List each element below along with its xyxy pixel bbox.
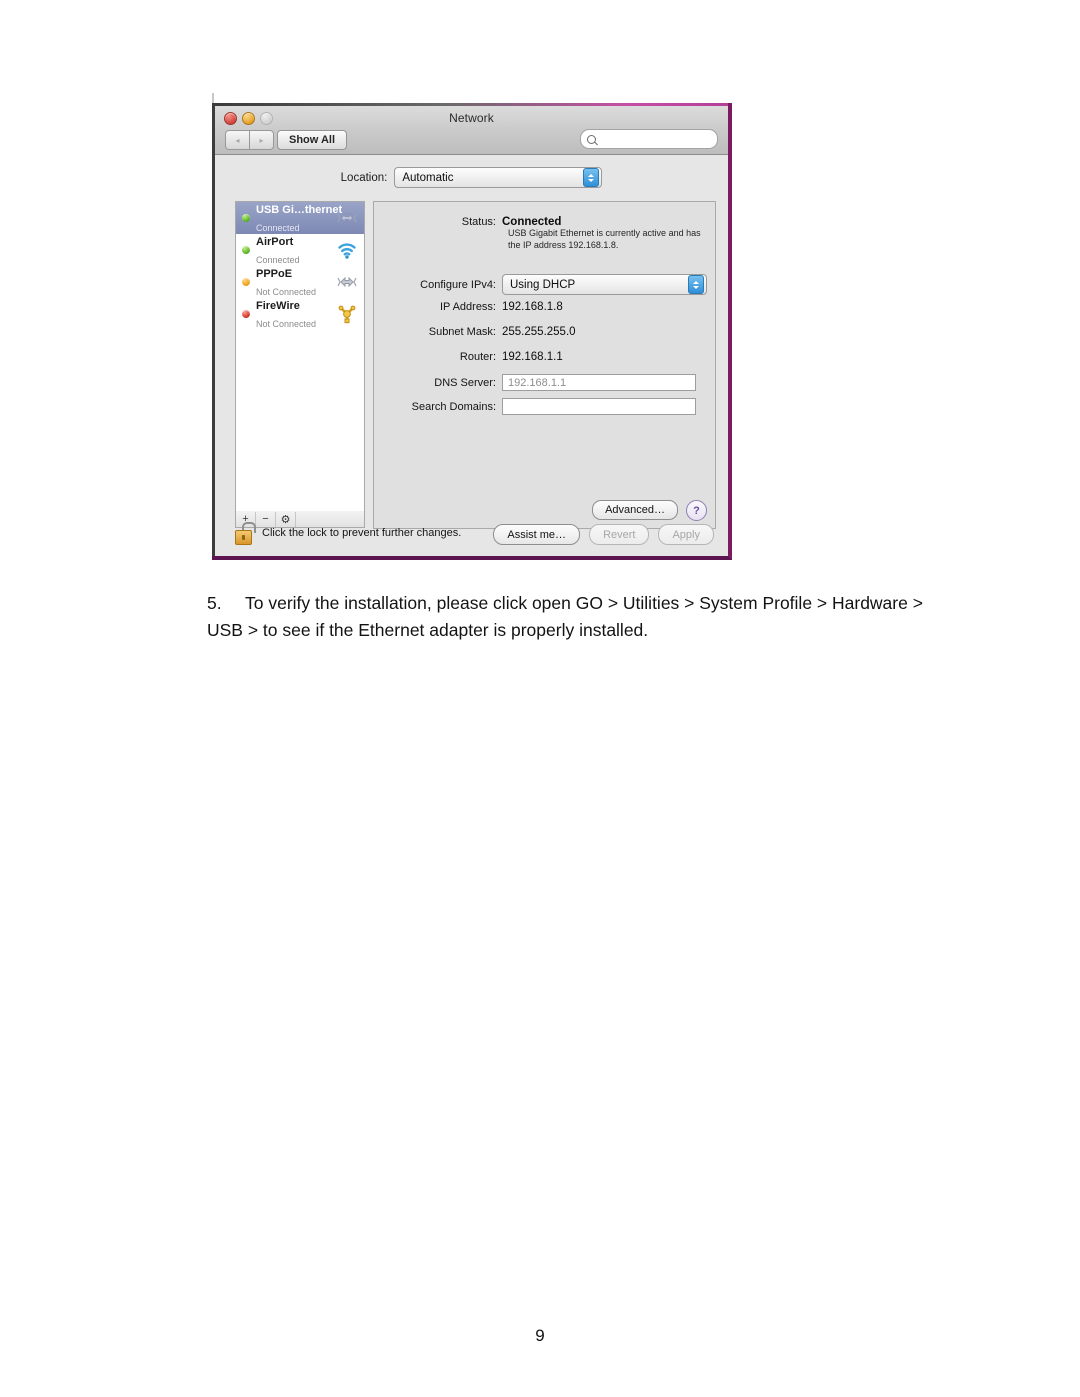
window-titlebar: Network ◂ ▸ Show All bbox=[215, 106, 728, 155]
ethernet-icon bbox=[335, 207, 359, 229]
location-popup[interactable]: Automatic bbox=[394, 167, 603, 188]
show-all-button[interactable]: Show All bbox=[277, 130, 348, 150]
action-buttons: Assist me… Revert Apply bbox=[493, 524, 714, 545]
configure-ipv4-popup[interactable]: Using DHCP bbox=[502, 274, 707, 295]
list-item-firewire[interactable]: FireWire Not Connected bbox=[236, 298, 364, 330]
configure-ipv4-value: Using DHCP bbox=[510, 278, 576, 291]
configure-ipv4-label: Configure IPv4: bbox=[420, 278, 496, 291]
lock-row: Click the lock to prevent further change… bbox=[235, 522, 462, 545]
configure-ipv4-row: Configure IPv4: Using DHCP bbox=[374, 274, 715, 295]
location-value: Automatic bbox=[402, 171, 454, 184]
preferences-pane: Location: Automatic USB Gi…thernet Conne… bbox=[215, 155, 728, 556]
ip-address-label: IP Address: bbox=[439, 301, 496, 313]
service-detail-panel: Status: Connected USB Gigabit Ethernet i… bbox=[373, 201, 716, 529]
dns-server-input[interactable]: 192.168.1.1 bbox=[502, 374, 696, 391]
step-text: To verify the installation, please click… bbox=[207, 593, 923, 641]
subnet-mask-row: Subnet Mask: 255.255.255.0 bbox=[374, 326, 715, 338]
list-item-name: AirPort bbox=[256, 236, 294, 249]
search-icon bbox=[587, 134, 596, 144]
location-row: Location: Automatic bbox=[215, 167, 728, 188]
subnet-mask-label: Subnet Mask: bbox=[428, 326, 496, 338]
list-item-name: PPPoE bbox=[256, 268, 293, 281]
list-item-usb-gigabit-ethernet[interactable]: USB Gi…thernet Connected bbox=[236, 202, 364, 234]
search-domains-label: Search Domains: bbox=[411, 400, 496, 413]
chevron-updown-icon bbox=[583, 168, 600, 187]
search-domains-row: Search Domains: bbox=[374, 398, 715, 415]
back-button[interactable]: ◂ bbox=[225, 130, 250, 150]
status-dot-orange bbox=[242, 278, 250, 286]
router-label: Router: bbox=[459, 351, 496, 363]
revert-button[interactable]: Revert bbox=[589, 524, 650, 545]
status-help-text: USB Gigabit Ethernet is currently active… bbox=[508, 228, 701, 251]
router-row: Router: 192.168.1.1 bbox=[374, 351, 715, 363]
ip-address-row: IP Address: 192.168.1.8 bbox=[374, 301, 715, 313]
nav-buttons: ◂ ▸ bbox=[225, 130, 274, 150]
list-item-name: USB Gi…thernet bbox=[256, 204, 343, 217]
list-item-airport[interactable]: AirPort Connected bbox=[236, 234, 364, 266]
status-dot-green bbox=[242, 214, 250, 222]
network-preferences-window: Network ◂ ▸ Show All Location: Automatic bbox=[212, 103, 732, 560]
wifi-icon bbox=[335, 239, 359, 261]
forward-button[interactable]: ▸ bbox=[250, 130, 274, 150]
network-services-list[interactable]: USB Gi…thernet Connected AirPort Connect… bbox=[235, 201, 365, 513]
step-paragraph: 5. To verify the installation, please cl… bbox=[207, 590, 927, 644]
ethernet-icon bbox=[335, 271, 359, 293]
list-item-name: FireWire bbox=[256, 300, 300, 313]
firewire-icon bbox=[335, 303, 359, 325]
help-button[interactable]: ? bbox=[686, 500, 707, 521]
chevron-updown-icon bbox=[688, 275, 704, 294]
dns-server-label: DNS Server: bbox=[434, 376, 496, 389]
status-label: Status: bbox=[461, 216, 496, 228]
assist-me-button[interactable]: Assist me… bbox=[493, 524, 581, 545]
step-number: 5. bbox=[207, 593, 222, 613]
subnet-mask-value: 255.255.255.0 bbox=[502, 326, 576, 338]
search-domains-input[interactable] bbox=[502, 398, 696, 415]
lock-hint-text: Click the lock to prevent further change… bbox=[262, 527, 462, 539]
ip-address-value: 192.168.1.8 bbox=[502, 301, 563, 313]
router-value: 192.168.1.1 bbox=[502, 351, 563, 363]
list-item-status: Not Connected bbox=[256, 319, 317, 329]
apply-button[interactable]: Apply bbox=[658, 524, 714, 545]
list-item-pppoe[interactable]: PPPoE Not Connected bbox=[236, 266, 364, 298]
status-dot-red bbox=[242, 310, 250, 318]
page-number: 9 bbox=[535, 1326, 545, 1345]
unlocked-padlock-icon[interactable] bbox=[235, 522, 256, 545]
advanced-button[interactable]: Advanced… bbox=[592, 500, 678, 520]
status-dot-green bbox=[242, 246, 250, 254]
location-label: Location: bbox=[340, 171, 388, 184]
search-field[interactable] bbox=[580, 129, 718, 149]
dns-server-row: DNS Server: 192.168.1.1 bbox=[374, 374, 715, 391]
window-title: Network bbox=[449, 111, 494, 125]
